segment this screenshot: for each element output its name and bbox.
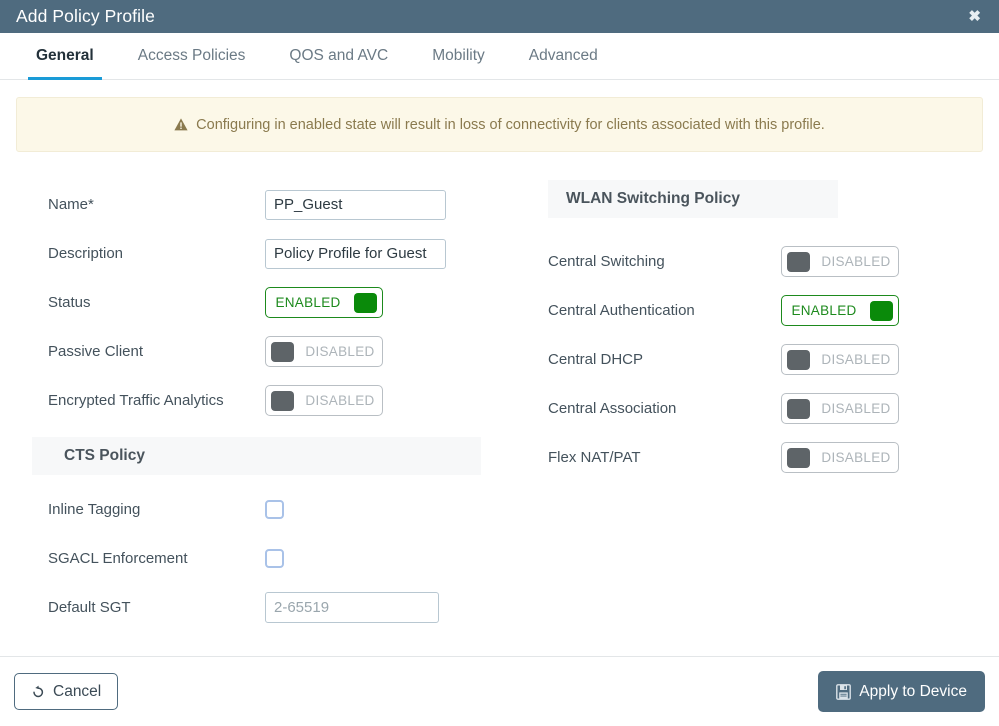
- status-toggle[interactable]: ENABLED: [265, 287, 383, 318]
- undo-icon: [33, 685, 44, 697]
- close-icon[interactable]: ✖: [964, 6, 985, 27]
- tab-advanced[interactable]: Advanced: [507, 33, 620, 79]
- dialog-title: Add Policy Profile: [16, 5, 155, 26]
- warning-triangle-icon: [174, 118, 188, 131]
- add-policy-profile-dialog: Add Policy Profile ✖ General Access Poli…: [0, 0, 999, 726]
- flex-nat-pat-toggle[interactable]: DISABLED: [781, 442, 899, 473]
- field-label-default-sgt: Default SGT: [48, 599, 131, 616]
- cts-policy-section-header: CTS Policy: [32, 437, 481, 475]
- field-row-sgacl-enforcement: SGACL Enforcement: [16, 534, 532, 583]
- tab-mobility[interactable]: Mobility: [410, 33, 507, 79]
- field-row-passive-client: Passive Client DISABLED: [16, 327, 532, 376]
- central-association-toggle-label: DISABLED: [821, 401, 891, 416]
- wlan-switching-policy-section-header: WLAN Switching Policy: [548, 180, 838, 218]
- tab-general-label: General: [36, 47, 94, 64]
- warning-message: Configuring in enabled state will result…: [196, 116, 825, 133]
- apply-to-device-button-label: Apply to Device: [859, 682, 967, 700]
- toggle-knob-icon: [271, 341, 294, 362]
- right-column: WLAN Switching Policy Central Switching …: [532, 180, 967, 632]
- toggle-knob-icon: [271, 390, 294, 411]
- tab-general[interactable]: General: [14, 33, 116, 80]
- tab-access-policies-label: Access Policies: [137, 47, 246, 64]
- toggle-knob-icon: [354, 292, 377, 313]
- field-label-passive-client: Passive Client: [48, 343, 144, 360]
- field-row-default-sgt: Default SGT: [16, 583, 532, 632]
- encrypted-traffic-analytics-toggle[interactable]: DISABLED: [265, 385, 383, 416]
- status-toggle-label: ENABLED: [275, 295, 341, 310]
- inline-tagging-checkbox[interactable]: [265, 500, 284, 519]
- field-row-description: Description: [16, 229, 532, 278]
- save-floppy-icon: [836, 683, 852, 700]
- central-authentication-toggle[interactable]: ENABLED: [781, 295, 899, 326]
- field-row-central-dhcp: Central DHCP DISABLED: [532, 335, 967, 384]
- description-input[interactable]: [265, 238, 446, 269]
- central-dhcp-toggle-label: DISABLED: [821, 352, 891, 367]
- passive-client-toggle-label: DISABLED: [305, 344, 375, 359]
- field-label-central-authentication: Central Authentication: [548, 302, 695, 319]
- left-column: Name* Description Status ENABLED Passive…: [16, 180, 532, 632]
- form-columns: Name* Description Status ENABLED Passive…: [16, 180, 983, 632]
- tab-qos-and-avc[interactable]: QOS and AVC: [267, 33, 410, 79]
- dialog-body: Configuring in enabled state will result…: [0, 80, 999, 656]
- field-label-name: Name*: [48, 196, 94, 213]
- tab-qos-and-avc-label: QOS and AVC: [289, 47, 389, 64]
- field-row-central-authentication: Central Authentication ENABLED: [532, 286, 967, 335]
- passive-client-toggle[interactable]: DISABLED: [265, 336, 383, 367]
- central-dhcp-toggle[interactable]: DISABLED: [781, 344, 899, 375]
- toggle-knob-icon: [870, 300, 893, 321]
- tab-advanced-label: Advanced: [528, 47, 598, 64]
- flex-nat-pat-toggle-label: DISABLED: [821, 450, 891, 465]
- field-row-encrypted-traffic-analytics: Encrypted Traffic Analytics DISABLED: [16, 376, 532, 425]
- field-row-central-switching: Central Switching DISABLED: [532, 237, 967, 286]
- warning-banner: Configuring in enabled state will result…: [16, 97, 983, 152]
- central-switching-toggle-label: DISABLED: [821, 254, 891, 269]
- central-authentication-toggle-label: ENABLED: [791, 303, 857, 318]
- field-label-central-association: Central Association: [548, 400, 677, 417]
- field-row-name: Name*: [16, 180, 532, 229]
- field-label-description: Description: [48, 245, 124, 262]
- central-switching-toggle[interactable]: DISABLED: [781, 246, 899, 277]
- apply-to-device-button[interactable]: Apply to Device: [818, 671, 985, 712]
- field-label-inline-tagging: Inline Tagging: [48, 501, 141, 518]
- field-label-sgacl-enforcement: SGACL Enforcement: [48, 550, 188, 567]
- field-label-status: Status: [48, 294, 91, 311]
- encrypted-traffic-analytics-toggle-label: DISABLED: [305, 393, 375, 408]
- tab-bar: General Access Policies QOS and AVC Mobi…: [0, 33, 999, 80]
- field-row-status: Status ENABLED: [16, 278, 532, 327]
- cancel-button[interactable]: Cancel: [14, 673, 119, 710]
- cancel-button-label: Cancel: [53, 682, 102, 700]
- central-association-toggle[interactable]: DISABLED: [781, 393, 899, 424]
- dialog-titlebar: Add Policy Profile ✖: [0, 0, 999, 33]
- toggle-knob-icon: [787, 398, 810, 419]
- tab-access-policies[interactable]: Access Policies: [116, 33, 268, 79]
- tab-mobility-label: Mobility: [432, 47, 485, 64]
- name-input[interactable]: [265, 189, 446, 220]
- field-row-flex-nat-pat: Flex NAT/PAT DISABLED: [532, 433, 967, 482]
- dialog-footer: Cancel Apply to Device: [0, 656, 999, 726]
- default-sgt-input[interactable]: [265, 592, 439, 623]
- field-label-central-switching: Central Switching: [548, 253, 665, 270]
- field-label-encrypted-traffic-analytics: Encrypted Traffic Analytics: [48, 392, 224, 409]
- field-label-flex-nat-pat: Flex NAT/PAT: [548, 449, 641, 466]
- toggle-knob-icon: [787, 349, 810, 370]
- field-row-inline-tagging: Inline Tagging: [16, 485, 532, 534]
- field-label-central-dhcp: Central DHCP: [548, 351, 644, 368]
- toggle-knob-icon: [787, 447, 810, 468]
- field-row-central-association: Central Association DISABLED: [532, 384, 967, 433]
- toggle-knob-icon: [787, 251, 810, 272]
- sgacl-enforcement-checkbox[interactable]: [265, 549, 284, 568]
